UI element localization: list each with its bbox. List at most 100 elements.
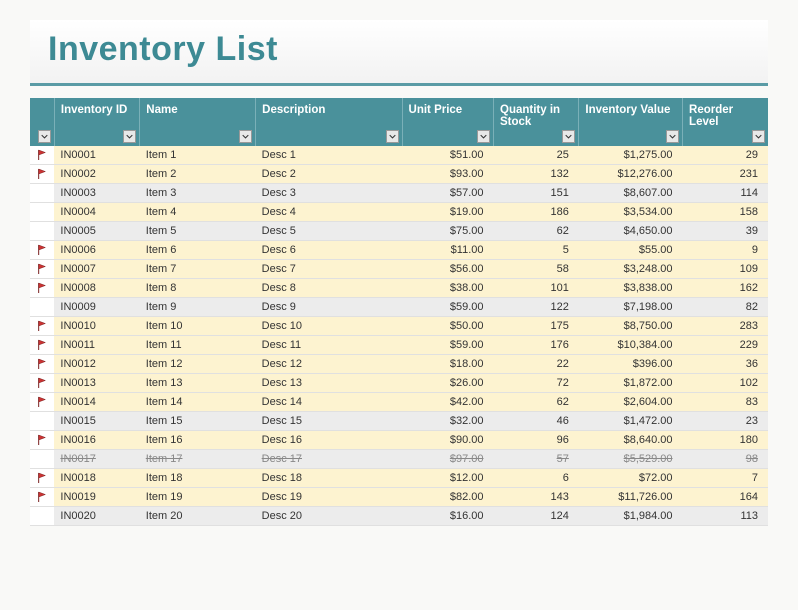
flag-icon — [32, 149, 52, 161]
table-row[interactable]: IN0010Item 10Desc 10$50.00175$8,750.0028… — [30, 317, 768, 336]
flag-cell — [30, 222, 54, 241]
cell-value: $10,384.00 — [579, 336, 683, 355]
flag-cell — [30, 507, 54, 526]
cell-value: $4,650.00 — [579, 222, 683, 241]
cell-reorder: 29 — [683, 146, 768, 165]
flag-icon — [32, 244, 52, 256]
cell-price: $18.00 — [402, 355, 493, 374]
table-row[interactable]: IN0009Item 9Desc 9$59.00122$7,198.0082 — [30, 298, 768, 317]
cell-id: IN0014 — [54, 393, 139, 412]
flag-cell — [30, 355, 54, 374]
cell-name: Item 17 — [140, 450, 256, 469]
cell-desc: Desc 11 — [256, 336, 402, 355]
flag-cell — [30, 317, 54, 336]
filter-button-reorder[interactable] — [752, 130, 765, 143]
cell-reorder: 180 — [683, 431, 768, 450]
cell-id: IN0006 — [54, 241, 139, 260]
header-unit-price: Unit Price — [402, 98, 493, 146]
cell-qty: 25 — [494, 146, 579, 165]
cell-value: $12,276.00 — [579, 165, 683, 184]
filter-button-flag[interactable] — [38, 130, 51, 143]
chevron-down-icon — [242, 134, 249, 139]
flag-icon — [32, 396, 52, 408]
cell-qty: 5 — [494, 241, 579, 260]
cell-price: $59.00 — [402, 298, 493, 317]
flag-cell — [30, 241, 54, 260]
cell-desc: Desc 5 — [256, 222, 402, 241]
flag-cell — [30, 298, 54, 317]
flag-cell — [30, 431, 54, 450]
cell-reorder: 9 — [683, 241, 768, 260]
cell-reorder: 164 — [683, 488, 768, 507]
filter-button-desc[interactable] — [386, 130, 399, 143]
table-row[interactable]: IN0004Item 4Desc 4$19.00186$3,534.00158 — [30, 203, 768, 222]
inventory-table-wrap: Inventory ID Name Description — [30, 98, 768, 526]
inventory-table: Inventory ID Name Description — [30, 98, 768, 526]
chevron-down-icon — [41, 134, 48, 139]
table-row[interactable]: IN0017Item 17Desc 17$97.0057$5,529.0098 — [30, 450, 768, 469]
cell-qty: 124 — [494, 507, 579, 526]
cell-id: IN0015 — [54, 412, 139, 431]
chevron-down-icon — [669, 134, 676, 139]
cell-price: $11.00 — [402, 241, 493, 260]
table-row[interactable]: IN0012Item 12Desc 12$18.0022$396.0036 — [30, 355, 768, 374]
table-row[interactable]: IN0003Item 3Desc 3$57.00151$8,607.00114 — [30, 184, 768, 203]
cell-value: $8,607.00 — [579, 184, 683, 203]
flag-icon — [32, 320, 52, 332]
cell-desc: Desc 3 — [256, 184, 402, 203]
filter-button-name[interactable] — [239, 130, 252, 143]
table-row[interactable]: IN0008Item 8Desc 8$38.00101$3,838.00162 — [30, 279, 768, 298]
table-row[interactable]: IN0020Item 20Desc 20$16.00124$1,984.0011… — [30, 507, 768, 526]
flag-icon — [32, 358, 52, 370]
flag-cell — [30, 450, 54, 469]
table-row[interactable]: IN0001Item 1Desc 1$51.0025$1,275.0029 — [30, 146, 768, 165]
flag-cell — [30, 469, 54, 488]
table-row[interactable]: IN0019Item 19Desc 19$82.00143$11,726.001… — [30, 488, 768, 507]
chevron-down-icon — [389, 134, 396, 139]
filter-button-price[interactable] — [477, 130, 490, 143]
cell-price: $90.00 — [402, 431, 493, 450]
table-row[interactable]: IN0006Item 6Desc 6$11.005$55.009 — [30, 241, 768, 260]
cell-reorder: 82 — [683, 298, 768, 317]
table-row[interactable]: IN0014Item 14Desc 14$42.0062$2,604.0083 — [30, 393, 768, 412]
cell-price: $75.00 — [402, 222, 493, 241]
flag-cell — [30, 412, 54, 431]
header-quantity: Quantity in Stock — [494, 98, 579, 146]
filter-button-value[interactable] — [666, 130, 679, 143]
flag-cell — [30, 374, 54, 393]
header-row: Inventory ID Name Description — [30, 98, 768, 146]
table-row[interactable]: IN0011Item 11Desc 11$59.00176$10,384.002… — [30, 336, 768, 355]
table-row[interactable]: IN0002Item 2Desc 2$93.00132$12,276.00231 — [30, 165, 768, 184]
cell-price: $32.00 — [402, 412, 493, 431]
table-row[interactable]: IN0013Item 13Desc 13$26.0072$1,872.00102 — [30, 374, 768, 393]
table-row[interactable]: IN0007Item 7Desc 7$56.0058$3,248.00109 — [30, 260, 768, 279]
filter-button-id[interactable] — [123, 130, 136, 143]
table-row[interactable]: IN0015Item 15Desc 15$32.0046$1,472.0023 — [30, 412, 768, 431]
cell-reorder: 98 — [683, 450, 768, 469]
table-row[interactable]: IN0016Item 16Desc 16$90.0096$8,640.00180 — [30, 431, 768, 450]
cell-qty: 62 — [494, 393, 579, 412]
cell-desc: Desc 14 — [256, 393, 402, 412]
cell-name: Item 18 — [140, 469, 256, 488]
cell-id: IN0012 — [54, 355, 139, 374]
header-name: Name — [140, 98, 256, 146]
flag-cell — [30, 393, 54, 412]
cell-qty: 6 — [494, 469, 579, 488]
cell-id: IN0004 — [54, 203, 139, 222]
flag-cell — [30, 260, 54, 279]
cell-value: $55.00 — [579, 241, 683, 260]
cell-qty: 175 — [494, 317, 579, 336]
cell-desc: Desc 8 — [256, 279, 402, 298]
table-row[interactable]: IN0005Item 5Desc 5$75.0062$4,650.0039 — [30, 222, 768, 241]
cell-desc: Desc 10 — [256, 317, 402, 336]
cell-reorder: 113 — [683, 507, 768, 526]
cell-desc: Desc 17 — [256, 450, 402, 469]
chevron-down-icon — [755, 134, 762, 139]
filter-button-qty[interactable] — [562, 130, 575, 143]
cell-name: Item 14 — [140, 393, 256, 412]
cell-reorder: 102 — [683, 374, 768, 393]
cell-id: IN0013 — [54, 374, 139, 393]
cell-qty: 176 — [494, 336, 579, 355]
cell-name: Item 9 — [140, 298, 256, 317]
table-row[interactable]: IN0018Item 18Desc 18$12.006$72.007 — [30, 469, 768, 488]
